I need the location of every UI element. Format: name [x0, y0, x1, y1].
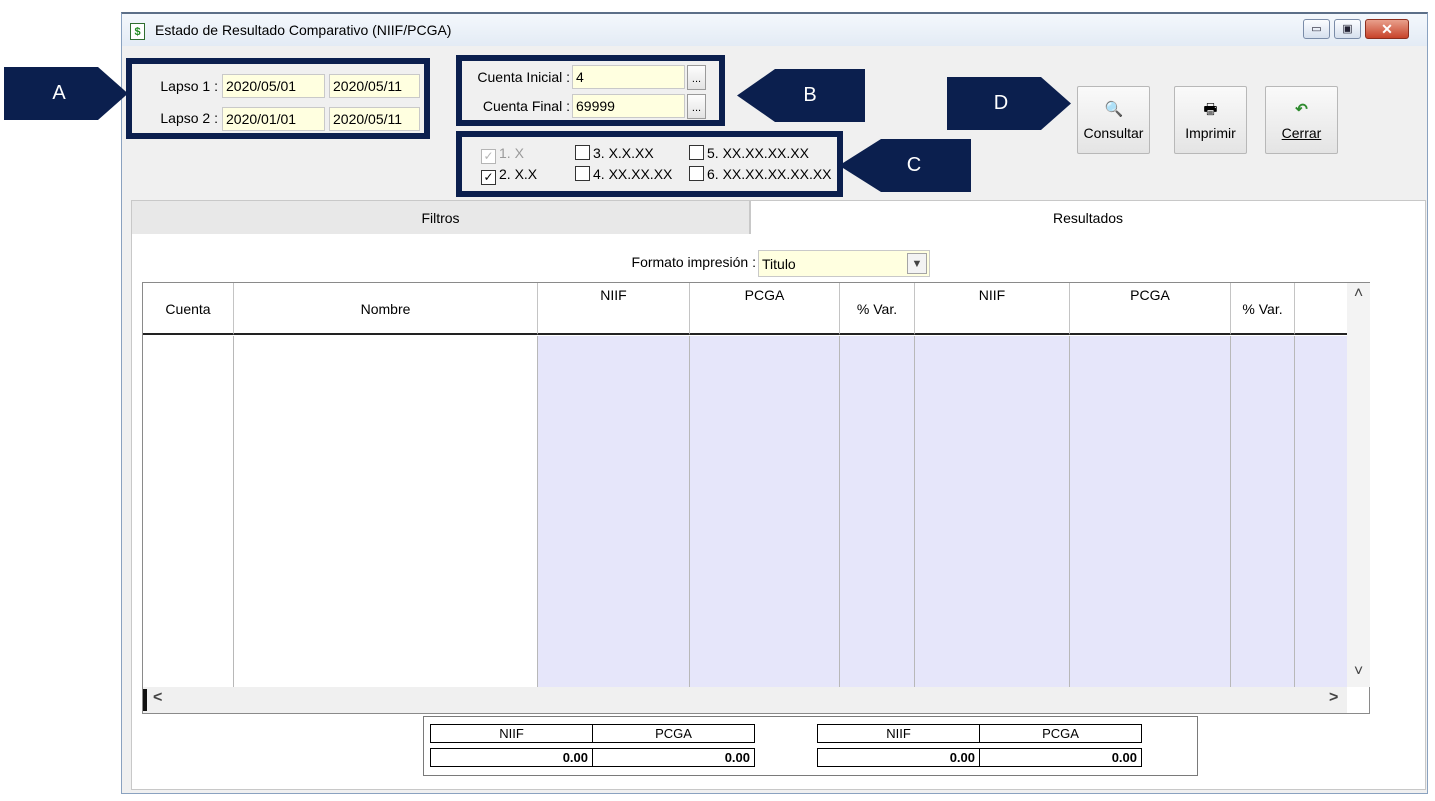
- scroll-down-icon[interactable]: ˅: [1347, 663, 1370, 683]
- close-window-button[interactable]: ✕: [1365, 19, 1409, 39]
- column-var-1: [840, 336, 915, 687]
- cerrar-button[interactable]: ↶ Cerrar: [1265, 86, 1338, 154]
- column-pcga-2: [1070, 336, 1231, 687]
- formato-impresion-label: Formato impresión :: [631, 254, 756, 270]
- column-header-var-2[interactable]: % Var.: [1231, 283, 1295, 335]
- callout-label-b: B: [803, 84, 817, 106]
- imprimir-button[interactable]: 🖶 Imprimir: [1174, 86, 1247, 154]
- highlight-box-a: [126, 58, 430, 139]
- magnifier-document-icon: 🔍: [1104, 101, 1124, 118]
- tab-filtros[interactable]: Filtros: [131, 200, 750, 235]
- horizontal-scrollbar[interactable]: < >: [143, 687, 1347, 713]
- callout-label-d: D: [993, 92, 1009, 114]
- window-title: Estado de Resultado Comparativo (NIIF/PC…: [155, 22, 452, 38]
- column-pcga-1: [690, 336, 840, 687]
- row-indicator: [143, 689, 147, 711]
- column-niif-1: [538, 336, 690, 687]
- maximize-button[interactable]: ▣: [1334, 19, 1361, 39]
- scroll-left-icon[interactable]: <: [153, 689, 169, 711]
- totals-pcga-value: 0.00: [592, 748, 755, 767]
- scroll-up-icon[interactable]: ˄: [1347, 285, 1370, 305]
- tab-strip: Filtros Resultados: [131, 200, 1426, 235]
- column-header-filler: [1295, 283, 1347, 335]
- column-header-niif-2[interactable]: NIIF: [915, 283, 1070, 335]
- printer-icon: 🖶: [1203, 101, 1218, 118]
- undo-arrow-icon: ↶: [1295, 101, 1308, 118]
- highlight-box-b: [456, 55, 725, 126]
- highlight-box-c: [456, 131, 843, 197]
- column-header-pcga-1[interactable]: PCGA: [690, 283, 840, 335]
- totals-pcga-header: PCGA: [592, 724, 755, 743]
- totals-niif-value: 0.00: [430, 748, 593, 767]
- column-filler: [1295, 336, 1347, 687]
- tab-resultados[interactable]: Resultados: [750, 200, 1426, 235]
- column-header-var-1[interactable]: % Var.: [840, 283, 915, 335]
- results-grid[interactable]: Cuenta Nombre NIIF PCGA % Var. NIIF PCGA…: [142, 282, 1370, 714]
- title-bar[interactable]: $ Estado de Resultado Comparativo (NIIF/…: [122, 14, 1427, 46]
- scroll-right-icon[interactable]: >: [1329, 689, 1345, 711]
- column-cuenta: [143, 336, 234, 687]
- totals-niif-header: NIIF: [817, 724, 980, 743]
- formato-impresion-select[interactable]: Titulo ▼: [758, 250, 930, 277]
- column-header-nombre[interactable]: Nombre: [234, 283, 538, 335]
- column-nombre: [234, 336, 538, 687]
- totals-niif-header: NIIF: [430, 724, 593, 743]
- callout-label-c: C: [906, 154, 922, 176]
- totals-pcga-value: 0.00: [979, 748, 1142, 767]
- dollar-document-icon: $: [130, 23, 145, 40]
- column-var-2: [1231, 336, 1295, 687]
- minimize-button[interactable]: ▭: [1303, 19, 1330, 39]
- consultar-button[interactable]: 🔍 Consultar: [1077, 86, 1150, 154]
- vertical-scrollbar[interactable]: ˄ ˅: [1347, 283, 1370, 687]
- column-header-niif-1[interactable]: NIIF: [538, 283, 690, 335]
- column-niif-2: [915, 336, 1070, 687]
- totals-niif-value: 0.00: [817, 748, 980, 767]
- totals-pcga-header: PCGA: [979, 724, 1142, 743]
- column-header-cuenta[interactable]: Cuenta: [143, 283, 234, 335]
- chevron-down-icon[interactable]: ▼: [907, 253, 927, 274]
- callout-label-a: A: [52, 82, 66, 104]
- column-header-pcga-2[interactable]: PCGA: [1070, 283, 1231, 335]
